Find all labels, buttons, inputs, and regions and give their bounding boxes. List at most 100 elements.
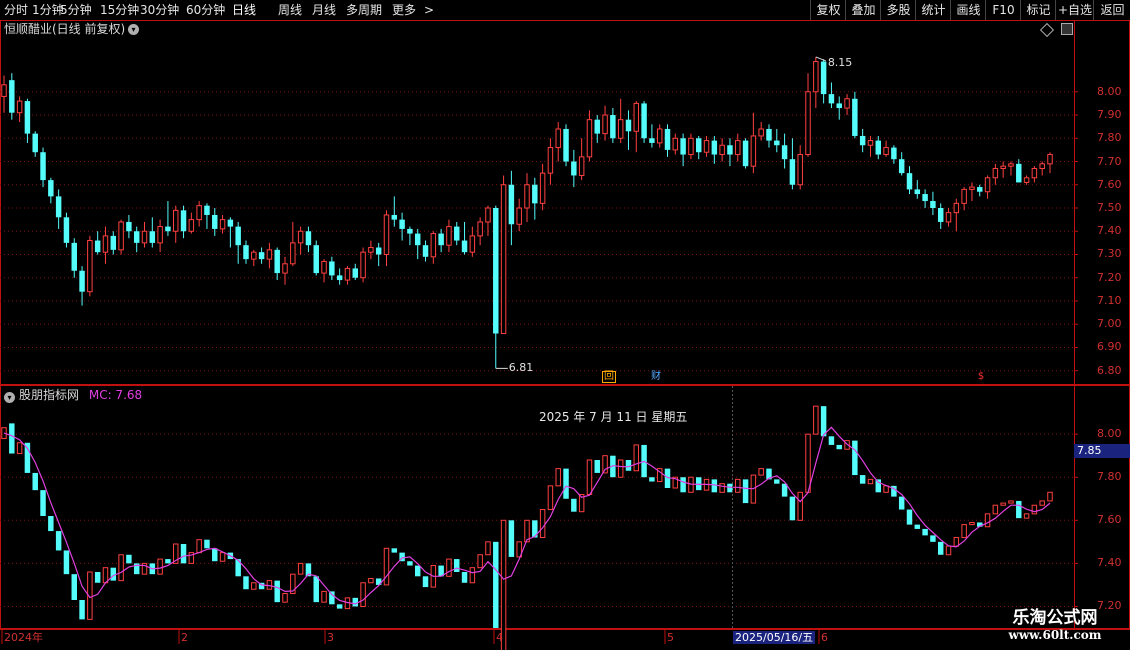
candle-body-up — [688, 137, 694, 156]
candle-body-up — [141, 230, 148, 244]
indicator-bar-up — [797, 491, 803, 521]
candle-body-down — [24, 101, 31, 134]
indicator-bar-down — [422, 576, 429, 588]
indicator-bar-down — [48, 516, 54, 532]
indicator-bar-up — [969, 521, 975, 526]
candle-body-down — [1016, 163, 1022, 183]
candle-body-down — [55, 196, 62, 218]
indicator-bar-down — [914, 524, 921, 529]
candle-body-up — [430, 233, 437, 258]
chart-canvas[interactable] — [0, 0, 1130, 650]
indicator-bar-down — [922, 528, 928, 536]
indicator-bar-up — [360, 582, 366, 607]
indicator-bar-up — [446, 558, 452, 577]
candle-body-up — [16, 100, 23, 114]
indicator-bar-down — [329, 591, 335, 605]
indicator-bar-down — [32, 472, 38, 491]
price-axis-label: 7.00 — [1097, 317, 1122, 331]
indicator-bar-up — [485, 541, 491, 556]
price-axis-label: 7.30 — [1097, 247, 1122, 261]
candle-body-down — [204, 205, 210, 215]
candle-body-down — [875, 140, 882, 155]
candle-body-down — [391, 214, 398, 220]
candle-body-down — [625, 119, 632, 132]
time-axis-label: 2024年 — [4, 631, 43, 644]
indicator-bar-down — [774, 479, 780, 484]
candle-body-up — [1039, 163, 1045, 169]
indicator-bar-up — [219, 552, 226, 562]
candle-body-up — [219, 219, 226, 230]
sub-axis-label: 7.40 — [1097, 556, 1122, 570]
indicator-bar-up — [1008, 500, 1014, 504]
indicator-bar-down — [126, 554, 132, 564]
indicator-bar-down — [313, 576, 319, 603]
candle-body-down — [414, 233, 421, 246]
candle-body-down — [508, 184, 515, 225]
main-panel-frame — [0, 20, 1130, 385]
candle-body-up — [703, 140, 710, 153]
indicator-bar-down — [742, 479, 749, 504]
indicator-bar-up — [586, 459, 593, 495]
price-axis-label: 7.10 — [1097, 293, 1122, 307]
candle-body-up — [805, 91, 811, 156]
candle-body-up — [290, 242, 296, 265]
indicator-bar-down — [852, 440, 858, 476]
candle-body-down — [454, 226, 460, 241]
indicator-bar-down — [594, 460, 600, 473]
price-axis-label: 7.20 — [1097, 270, 1122, 284]
indicator-bar-up — [539, 509, 546, 539]
indicator-bar-down — [680, 477, 686, 493]
candle-body-down — [766, 128, 772, 141]
indicator-bar-up — [961, 524, 967, 539]
indicator-bar-up — [297, 562, 304, 575]
indicator-bar-down — [414, 565, 421, 577]
candle-body-down — [32, 133, 38, 153]
candle-body-down — [94, 240, 101, 253]
candle-body-down — [906, 173, 913, 190]
candle-body-down — [930, 201, 936, 208]
indicator-bar-down — [40, 490, 46, 516]
candle-body-down — [852, 98, 858, 136]
candle-body-up — [500, 184, 507, 335]
indicator-bar-up — [984, 513, 991, 528]
indicator-bar-down — [906, 509, 913, 525]
price-axis-label: 7.40 — [1097, 224, 1122, 238]
indicator-bar-down — [625, 460, 632, 471]
candle-body-down — [274, 249, 280, 274]
indicator-bar-down — [55, 531, 62, 551]
event-marker: 财 — [651, 371, 661, 382]
indicator-bar-up — [251, 582, 257, 590]
candle-body-down — [898, 159, 905, 174]
candle-body-down — [571, 161, 577, 176]
candle-body-down — [820, 61, 827, 95]
indicator-bar-down — [727, 483, 733, 493]
candle-body-down — [937, 208, 944, 222]
indicator-bar-down — [352, 597, 359, 607]
candle-body-up — [172, 209, 179, 232]
candle-body-up — [867, 140, 874, 146]
indicator-bar-down — [63, 550, 70, 575]
candle-body-down — [493, 208, 499, 334]
candle-body-down — [563, 128, 569, 162]
indicator-bar-down — [391, 548, 398, 553]
indicator-bar-up — [758, 468, 764, 476]
candle-body-up — [251, 251, 257, 260]
candle-body-up — [992, 167, 999, 179]
candle-body-down — [914, 189, 921, 195]
candle-body-up — [157, 226, 163, 244]
candle-body-up — [547, 147, 554, 174]
indicator-bar-down — [461, 572, 468, 583]
candle-body-down — [243, 245, 249, 260]
candle-body-up — [188, 219, 195, 232]
high-label: 8.15 — [827, 55, 853, 69]
indicator-bar-up — [867, 478, 874, 485]
mc-line — [3, 426, 1051, 605]
candle-body-down — [859, 135, 866, 146]
candle-body-up — [586, 119, 593, 158]
indicator-bar-up — [813, 405, 819, 435]
candle-body-up — [945, 212, 952, 223]
candle-body-down — [922, 194, 928, 202]
candle-body-up — [656, 128, 663, 144]
indicator-bar-up — [547, 485, 554, 511]
candle-body-up — [735, 140, 741, 156]
